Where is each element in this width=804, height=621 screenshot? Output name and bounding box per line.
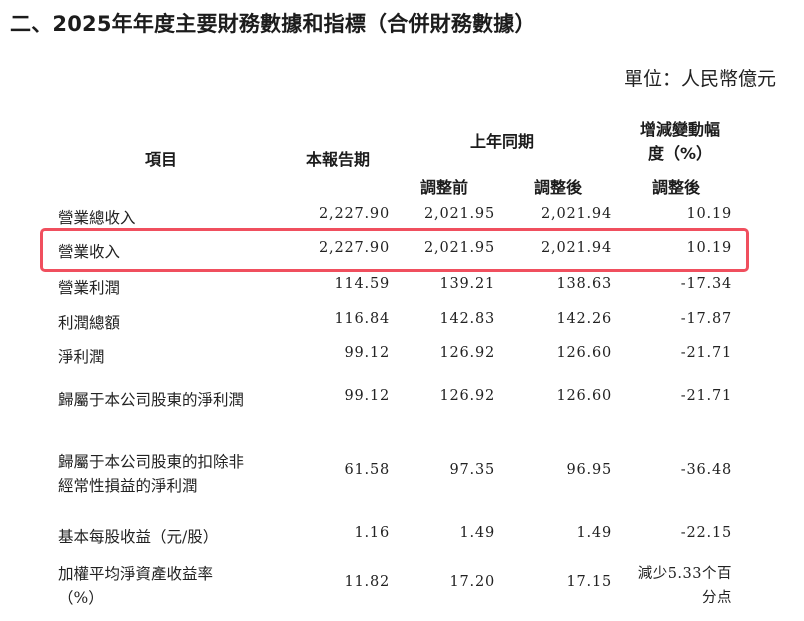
header-change-rate: 增減變動幅 度（%） — [640, 118, 720, 166]
row-current-value: 114.59 — [334, 276, 390, 292]
row-change-value: 減少5.33个百 分点 — [622, 562, 732, 610]
row-change-value-line1: 減少5.33个百 — [637, 566, 732, 582]
row-item-label: 利潤總額 — [58, 314, 121, 332]
row-change-value: -36.48 — [680, 462, 732, 478]
row-item-label: 加權平均淨資產收益率 （%） — [58, 562, 213, 610]
row-before-value: 2,021.95 — [424, 240, 495, 256]
row-current-value: 2,227.90 — [319, 240, 390, 256]
row-before-value: 126.92 — [439, 388, 495, 404]
row-before-value: 142.83 — [439, 311, 495, 327]
row-change-value: -17.34 — [680, 276, 732, 292]
highlight-box — [40, 228, 749, 272]
row-before-value: 17.20 — [449, 574, 495, 590]
row-item-label: 歸屬于本公司股東的扣除非 經常性損益的淨利潤 — [58, 450, 244, 498]
row-current-value: 61.58 — [344, 462, 390, 478]
row-before-value: 1.49 — [459, 525, 495, 541]
row-item-label: 營業收入 — [58, 243, 121, 261]
row-current-value: 99.12 — [344, 345, 390, 361]
row-after-value: 2,021.94 — [541, 240, 612, 256]
row-before-value: 97.35 — [449, 462, 495, 478]
row-after-value: 1.49 — [576, 525, 612, 541]
section-heading: 二、2025年年度主要財務數據和指標（合併財務數據） — [10, 12, 536, 36]
row-item-label-line1: 加權平均淨資產收益率 — [58, 565, 214, 583]
row-item-label-line1: 歸屬于本公司股東的扣除非 — [58, 453, 245, 471]
row-current-value: 2,227.90 — [319, 206, 390, 222]
row-change-value: -17.87 — [680, 311, 732, 327]
row-item-label-line2: （%） — [58, 589, 104, 607]
header-current-period: 本報告期 — [306, 150, 371, 169]
row-item-label: 基本每股收益（元/股） — [58, 528, 219, 546]
row-after-value: 96.95 — [566, 462, 612, 478]
row-after-value: 138.63 — [556, 276, 612, 292]
row-current-value: 11.82 — [344, 574, 390, 590]
row-item-label: 淨利潤 — [58, 348, 105, 366]
row-change-value: 10.19 — [686, 206, 732, 222]
row-after-value: 17.15 — [566, 574, 612, 590]
header-item: 項目 — [145, 150, 178, 169]
row-change-value: 10.19 — [686, 240, 732, 256]
row-before-value: 2,021.95 — [424, 206, 495, 222]
header-prior-period: 上年同期 — [470, 132, 535, 151]
row-after-value: 126.60 — [556, 345, 612, 361]
row-after-value: 2,021.94 — [541, 206, 612, 222]
header-change-after-adjustment: 調整後 — [652, 178, 701, 197]
header-after-adjustment: 調整後 — [534, 178, 583, 197]
row-current-value: 1.16 — [354, 525, 390, 541]
row-change-value: -21.71 — [680, 345, 732, 361]
row-after-value: 142.26 — [556, 311, 612, 327]
row-current-value: 116.84 — [334, 311, 390, 327]
row-item-label-line2: 經常性損益的淨利潤 — [58, 477, 198, 495]
row-after-value: 126.60 — [556, 388, 612, 404]
row-item-label: 歸屬于本公司股東的淨利潤 — [58, 391, 245, 409]
unit-label: 單位：人民幣億元 — [623, 68, 776, 90]
header-before-adjustment: 調整前 — [420, 178, 469, 197]
row-change-value: -21.71 — [680, 388, 732, 404]
header-change-rate-line2: 度（%） — [647, 144, 713, 163]
row-change-value-line2: 分点 — [702, 590, 732, 606]
row-item-label: 營業利潤 — [58, 279, 121, 297]
row-before-value: 139.21 — [439, 276, 495, 292]
row-item-label: 營業總收入 — [58, 209, 136, 227]
header-change-rate-line1: 增減變動幅 — [640, 120, 721, 139]
row-current-value: 99.12 — [344, 388, 390, 404]
row-change-value: -22.15 — [680, 525, 732, 541]
row-before-value: 126.92 — [439, 345, 495, 361]
